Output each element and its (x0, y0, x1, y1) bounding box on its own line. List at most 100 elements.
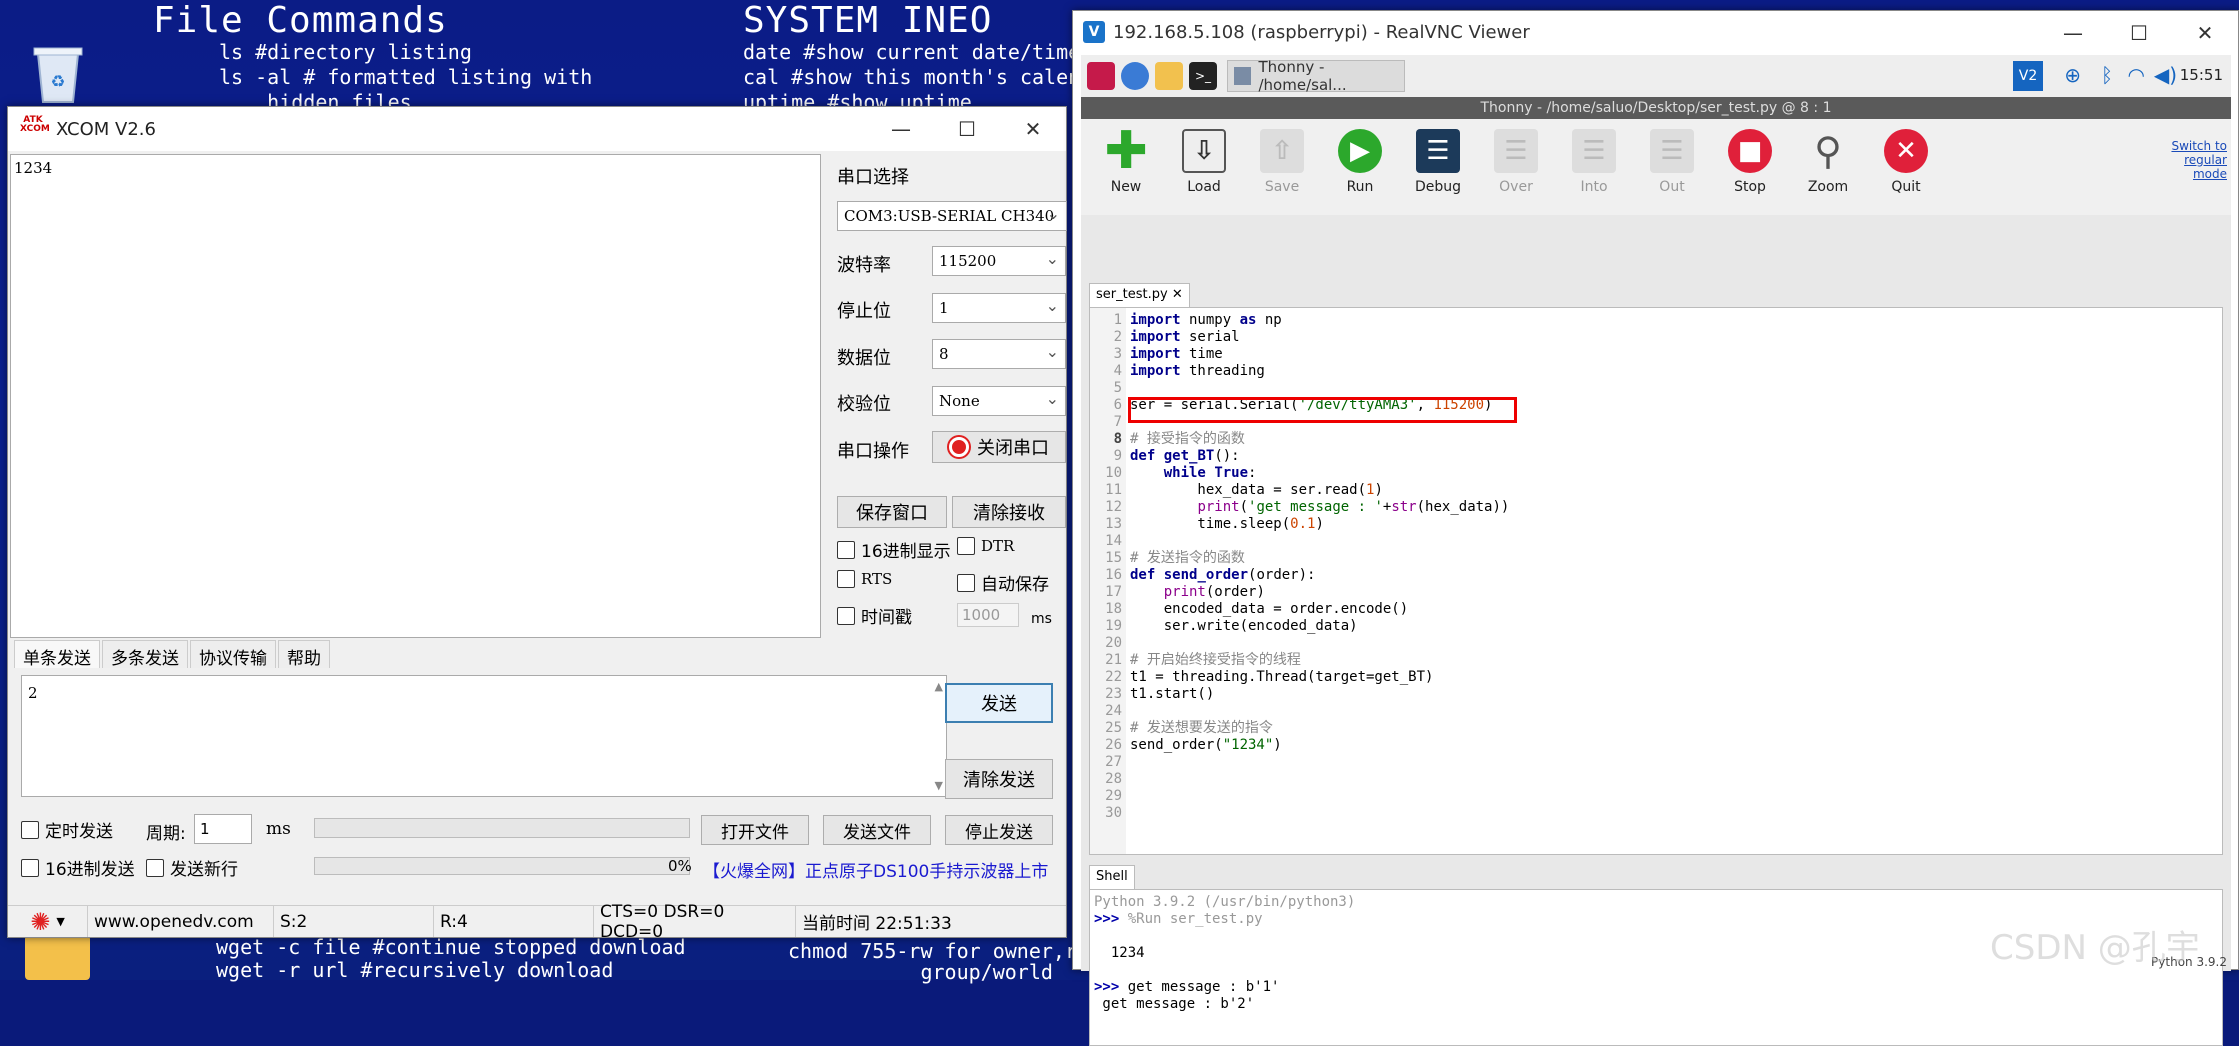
stop-button[interactable]: ■ Stop (1715, 129, 1785, 195)
maximize-icon[interactable]: ☐ (934, 107, 1000, 151)
shell-output: get message : b'2' (1094, 996, 1255, 1012)
close-port-button[interactable]: 关闭串口 (932, 431, 1066, 463)
stop-send-button[interactable]: 停止发送 (945, 815, 1053, 845)
maximize-icon[interactable]: ☐ (2106, 11, 2172, 55)
file-progress-bar (314, 857, 690, 875)
wifi-icon[interactable]: ◠ (2128, 63, 2145, 87)
step-out-icon: ☰ (1650, 129, 1694, 173)
hex-display-checkbox[interactable]: 16进制显示 (837, 537, 951, 562)
load-button[interactable]: ⇩ Load (1169, 129, 1239, 195)
dtr-checkbox[interactable]: DTR (957, 537, 1014, 555)
folder-icon[interactable] (25, 935, 90, 980)
close-port-label: 关闭串口 (977, 438, 1049, 459)
debug-button[interactable]: ☰ Debug (1403, 129, 1473, 195)
stop-icon: ■ (1728, 129, 1772, 173)
wallpaper-line: group/world (788, 960, 1053, 984)
tab-single-send[interactable]: 单条发送 (14, 640, 100, 669)
wallpaper-line: cal #show this month's calen (743, 65, 1081, 89)
scroll-down-icon[interactable]: ▼ (935, 779, 943, 792)
code-editor[interactable]: 1 2 3 4 5 6 7 8 9 10 11 12 13 14 15 16 17 18 19 20 21 22 23 24 2… (1089, 307, 2223, 855)
ad-link[interactable]: 【火爆全网】正点原子DS100手持示波器上市 (703, 857, 1048, 882)
quit-icon: ✕ (1884, 129, 1928, 173)
parity-select[interactable]: None ⌄ (932, 386, 1066, 416)
timestamp-checkbox[interactable]: 时间戳 (837, 603, 912, 628)
editor-tab-label: ser_test.py (1096, 287, 1168, 302)
send-button[interactable]: 发送 (945, 683, 1053, 723)
volume-icon[interactable]: ◀) (2154, 63, 2177, 87)
chevron-down-icon: ⌄ (1045, 296, 1059, 315)
close-icon[interactable]: ✕ (1000, 107, 1066, 151)
stopbit-value: 1 (939, 299, 949, 317)
databit-select[interactable]: 8 ⌄ (932, 339, 1066, 369)
databit-value: 8 (939, 345, 949, 363)
status-url[interactable]: www.openedv.com (88, 906, 274, 937)
tab-protocol[interactable]: 协议传输 (190, 640, 276, 669)
step-into-button[interactable]: ☰ Into (1559, 129, 1629, 195)
wallpaper-line: ls #directory listing (219, 40, 472, 64)
scroll-up-icon[interactable]: ▲ (935, 680, 943, 693)
rts-checkbox[interactable]: RTS (837, 570, 892, 588)
thonny-title[interactable]: Thonny - /home/saluo/Desktop/ser_test.py… (1081, 97, 2231, 119)
port-value: COM3:USB-SERIAL CH340 (844, 207, 1055, 225)
step-into-label: Into (1580, 179, 1608, 195)
receive-area[interactable]: 1234 (10, 154, 821, 638)
stopbit-select[interactable]: 1 ⌄ (932, 293, 1066, 323)
run-button[interactable]: ▶ Run (1325, 129, 1395, 195)
step-over-button[interactable]: ☰ Over (1481, 129, 1551, 195)
debug-label: Debug (1414, 179, 1462, 195)
port-op-label: 串口操作 (837, 441, 909, 462)
close-tab-icon[interactable]: ✕ (1172, 287, 1183, 302)
save-window-button[interactable]: 保存窗口 (837, 496, 947, 528)
xcom-titlebar[interactable]: ATK XCOM XCOM V2.6 — ☐ ✕ (8, 107, 1066, 151)
tab-help[interactable]: 帮助 (278, 640, 330, 669)
terminal-icon[interactable]: >_ (1189, 62, 1217, 90)
clear-send-button[interactable]: 清除发送 (945, 759, 1053, 799)
port-status-icon (949, 437, 969, 457)
period-input[interactable]: 1 (194, 814, 252, 844)
watermark: CSDN @孔宇 (1990, 928, 2200, 968)
hex-send-checkbox[interactable]: 16进制发送 (21, 855, 135, 880)
recycle-bin-icon[interactable]: ♻ (28, 42, 88, 104)
minimize-icon[interactable]: — (2040, 11, 2106, 55)
send-input[interactable]: 2 ▲ ▼ (21, 675, 947, 797)
baud-select[interactable]: 115200 ⌄ (932, 246, 1066, 276)
xcom-logo-icon: ATK XCOM (20, 116, 50, 142)
vnc-tray-icon[interactable]: V2 (2013, 61, 2043, 91)
send-newline-checkbox[interactable]: 发送新行 (146, 855, 238, 880)
new-button[interactable]: ✚ New (1091, 121, 1161, 195)
xcom-title: XCOM V2.6 (56, 118, 156, 140)
minimize-icon[interactable]: — (868, 107, 934, 151)
clear-receive-button[interactable]: 清除接收 (952, 496, 1066, 528)
send-file-button[interactable]: 发送文件 (823, 815, 931, 845)
save-button[interactable]: ⇧ Save (1247, 129, 1317, 195)
timed-send-checkbox[interactable]: 定时发送 (21, 817, 113, 842)
close-icon[interactable]: ✕ (2172, 11, 2238, 55)
baud-label: 波特率 (837, 255, 891, 276)
file-manager-icon[interactable] (1155, 62, 1183, 90)
settings-gear-icon[interactable]: ✺ ▼ (8, 906, 88, 937)
vnc-titlebar[interactable]: V 192.168.5.108 (raspberrypi) - RealVNC … (1073, 11, 2238, 53)
timestamp-input[interactable]: 1000 (957, 603, 1019, 627)
zoom-button[interactable]: ⚲ Zoom (1793, 129, 1863, 195)
load-icon: ⇩ (1182, 129, 1226, 173)
port-select[interactable]: COM3:USB-SERIAL CH340 ⌄ (837, 201, 1067, 231)
shell-tab[interactable]: Shell (1089, 865, 1135, 889)
browser-icon[interactable] (1121, 62, 1149, 90)
tab-multi-send[interactable]: 多条发送 (102, 640, 188, 669)
auto-save-checkbox[interactable]: 自动保存 (957, 570, 1049, 595)
download-icon[interactable]: ⊕ (2064, 63, 2081, 87)
plus-icon: ✚ (1104, 121, 1148, 181)
shell-prompt: >>> (1094, 979, 1128, 995)
zoom-label: Zoom (1807, 179, 1849, 195)
raspberry-menu-icon[interactable] (1087, 62, 1115, 90)
open-file-button[interactable]: 打开文件 (701, 815, 809, 845)
status-lines: CTS=0 DSR=0 DCD=0 (594, 902, 796, 942)
rts-label: RTS (861, 570, 893, 588)
step-out-button[interactable]: ☰ Out (1637, 129, 1707, 195)
quit-button[interactable]: ✕ Quit (1871, 129, 1941, 195)
taskbar-thonny[interactable]: Thonny - /home/sal... (1227, 58, 1405, 94)
bluetooth-icon[interactable]: ᛒ (2101, 63, 2113, 87)
editor-tab-ser-test[interactable]: ser_test.py ✕ (1089, 283, 1190, 307)
switch-mode-link[interactable]: Switch to regular mode (2171, 139, 2227, 181)
wallpaper-heading-sys: SYSTEM INEO (743, 0, 993, 41)
